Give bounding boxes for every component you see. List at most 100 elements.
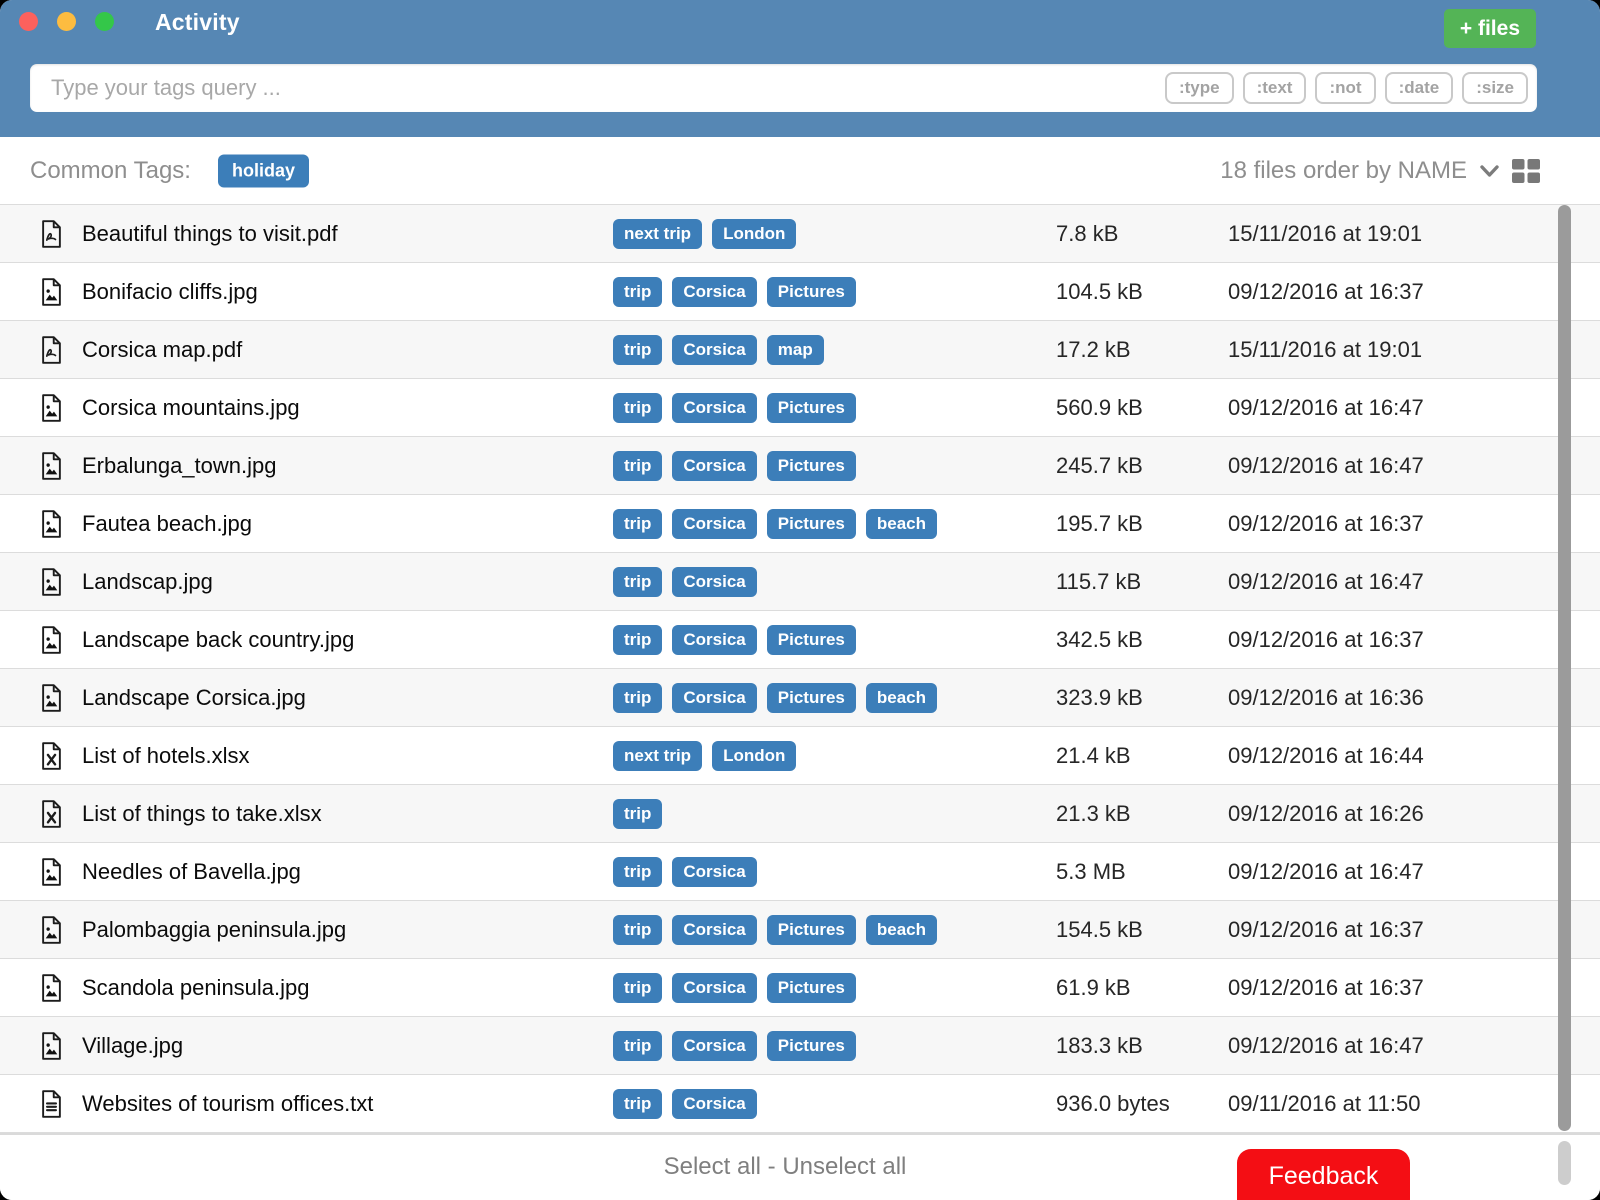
file-type-icon bbox=[38, 857, 65, 886]
file-tag[interactable]: Pictures bbox=[767, 973, 856, 1003]
file-row[interactable]: Erbalunga_town.jpg tripCorsicaPictures 2… bbox=[0, 436, 1600, 494]
list-scrollbar-thumb[interactable] bbox=[1558, 205, 1571, 1131]
file-row[interactable]: Palombaggia peninsula.jpg tripCorsicaPic… bbox=[0, 900, 1600, 958]
filter-text-button[interactable]: :text bbox=[1243, 72, 1307, 104]
file-tag[interactable]: Corsica bbox=[672, 1089, 756, 1119]
file-tag[interactable]: London bbox=[712, 219, 796, 249]
file-row[interactable]: Landscap.jpg tripCorsica 115.7 kB 09/12/… bbox=[0, 552, 1600, 610]
file-tag[interactable]: trip bbox=[613, 393, 662, 423]
file-tag[interactable]: Corsica bbox=[672, 393, 756, 423]
file-row[interactable]: Scandola peninsula.jpg trip Corsica Pictur… bbox=[0, 958, 1600, 1016]
file-name: Village.jpg bbox=[82, 1033, 183, 1059]
file-tag[interactable]: trip bbox=[613, 857, 662, 887]
file-row[interactable]: Corsica map.pdf tripCorsicamap 17.2 kB 1… bbox=[0, 320, 1600, 378]
file-tag[interactable]: trip bbox=[613, 277, 662, 307]
order-controls: 18 files order by NAME bbox=[1220, 137, 1540, 204]
file-tag[interactable]: Corsica bbox=[672, 277, 756, 307]
file-row[interactable]: Landscape back country.jpg trip Corsica Pi… bbox=[0, 610, 1600, 668]
file-tag[interactable]: Corsica bbox=[672, 973, 756, 1003]
file-tags: trip Corsica map bbox=[613, 335, 824, 365]
feedback-button[interactable]: Feedback bbox=[1237, 1149, 1410, 1200]
file-tag[interactable]: Corsica bbox=[672, 915, 756, 945]
file-tag[interactable]: Pictures bbox=[767, 509, 856, 539]
file-tag[interactable]: Corsica bbox=[672, 451, 756, 481]
file-tag[interactable]: Pictures bbox=[767, 1031, 856, 1061]
minimize-window-button[interactable] bbox=[57, 12, 76, 31]
close-window-button[interactable] bbox=[19, 12, 38, 31]
file-tag[interactable]: trip bbox=[613, 915, 662, 945]
file-tag[interactable]: trip bbox=[613, 1089, 662, 1119]
image-file-icon bbox=[38, 915, 65, 944]
file-row[interactable]: Village.jpg tripCorsicaPictures 183.3 kB… bbox=[0, 1016, 1600, 1074]
filter-date-button[interactable]: :date bbox=[1385, 72, 1454, 104]
file-tag[interactable]: trip bbox=[613, 567, 662, 597]
file-tag[interactable]: Pictures bbox=[767, 683, 856, 713]
file-tag[interactable]: trip bbox=[613, 451, 662, 481]
file-tag[interactable]: trip bbox=[613, 973, 662, 1003]
file-tag[interactable]: London bbox=[712, 741, 796, 771]
file-tag[interactable]: Pictures bbox=[767, 451, 856, 481]
file-tag[interactable]: Corsica bbox=[672, 1031, 756, 1061]
add-files-button[interactable]: + files bbox=[1444, 9, 1536, 48]
file-tag[interactable]: trip bbox=[613, 1031, 662, 1061]
file-row[interactable]: List of hotels.xlsx next tripLondon 21.4… bbox=[0, 726, 1600, 784]
file-tag[interactable]: Corsica bbox=[672, 335, 756, 365]
file-tag[interactable]: Corsica bbox=[672, 857, 756, 887]
file-row[interactable]: Fautea beach.jpg tripCorsicaPicturesbeac… bbox=[0, 494, 1600, 552]
tags-query-input[interactable] bbox=[30, 75, 1165, 101]
file-type-icon bbox=[38, 335, 65, 364]
order-by-label[interactable]: 18 files order by NAME bbox=[1220, 157, 1467, 185]
file-row[interactable]: Landscape Corsica.jpg tripCorsicaPicture… bbox=[0, 668, 1600, 726]
file-row[interactable]: Needles of Bavella.jpg tripCorsica 5.3 M… bbox=[0, 842, 1600, 900]
filter-type-button[interactable]: :type bbox=[1165, 72, 1234, 104]
file-tag[interactable]: trip bbox=[613, 335, 662, 365]
file-tag[interactable]: next trip bbox=[613, 219, 702, 249]
image-file-icon bbox=[38, 567, 65, 596]
file-tag[interactable]: trip bbox=[613, 509, 662, 539]
grid-view-icon[interactable] bbox=[1512, 159, 1540, 183]
file-type-icon bbox=[38, 1089, 65, 1118]
chevron-down-icon[interactable] bbox=[1476, 157, 1503, 184]
file-name: Scandola peninsula.jpg bbox=[82, 975, 310, 1001]
file-tag[interactable]: beach bbox=[866, 683, 937, 713]
file-date: 15/11/2016 at 19:01 bbox=[1228, 337, 1422, 363]
file-row[interactable]: Corsica mountains.jpg tripCorsicaPicture… bbox=[0, 378, 1600, 436]
file-tag[interactable]: Corsica bbox=[672, 683, 756, 713]
file-tag[interactable]: Corsica bbox=[672, 509, 756, 539]
file-row[interactable]: List of things to take.xlsx trip 21.3 kB… bbox=[0, 784, 1600, 842]
file-tag[interactable]: Pictures bbox=[767, 393, 856, 423]
file-name: Landscape back country.jpg bbox=[82, 627, 354, 653]
file-tag[interactable]: Pictures bbox=[767, 625, 856, 655]
file-row[interactable]: Websites of tourism offices.txt tripCors… bbox=[0, 1074, 1600, 1133]
filter-not-button[interactable]: :not bbox=[1315, 72, 1375, 104]
file-tag[interactable]: Corsica bbox=[672, 625, 756, 655]
file-tag[interactable]: map bbox=[767, 335, 824, 365]
file-tag[interactable]: trip bbox=[613, 625, 662, 655]
file-name: List of things to take.xlsx bbox=[82, 801, 322, 827]
file-row[interactable]: Beautiful things to visit.pdf next tripL… bbox=[0, 204, 1600, 262]
file-tag[interactable]: Corsica bbox=[672, 567, 756, 597]
file-tag[interactable]: beach bbox=[866, 509, 937, 539]
file-date: 09/12/2016 at 16:26 bbox=[1228, 801, 1424, 827]
file-size: 342.5 kB bbox=[1056, 627, 1143, 653]
zoom-window-button[interactable] bbox=[95, 12, 114, 31]
file-type-icon bbox=[38, 683, 65, 712]
file-tags: trip Corsica Pictures bbox=[613, 451, 856, 481]
file-tag[interactable]: next trip bbox=[613, 741, 702, 771]
file-date: 09/12/2016 at 16:37 bbox=[1228, 511, 1424, 537]
filter-size-button[interactable]: :size bbox=[1462, 72, 1528, 104]
app-window: Activity + files :type :text :not :date … bbox=[0, 0, 1600, 1200]
search-filter-buttons: :type :text :not :date :size bbox=[1165, 72, 1537, 104]
file-tag[interactable]: trip bbox=[613, 683, 662, 713]
file-date: 09/12/2016 at 16:37 bbox=[1228, 917, 1424, 943]
file-row[interactable]: Bonifacio cliffs.jpg tripCorsicaPictures… bbox=[0, 262, 1600, 320]
file-size: 17.2 kB bbox=[1056, 337, 1131, 363]
file-tag[interactable]: beach bbox=[866, 915, 937, 945]
file-tag[interactable]: Pictures bbox=[767, 277, 856, 307]
select-all-link[interactable]: Select all bbox=[664, 1153, 761, 1180]
file-tag[interactable]: Pictures bbox=[767, 915, 856, 945]
common-tag-holiday[interactable]: holiday bbox=[218, 154, 309, 187]
file-tag[interactable]: trip bbox=[613, 799, 662, 829]
window-scrollbar-thumb[interactable] bbox=[1558, 1141, 1571, 1185]
unselect-all-link[interactable]: Unselect all bbox=[782, 1153, 906, 1180]
